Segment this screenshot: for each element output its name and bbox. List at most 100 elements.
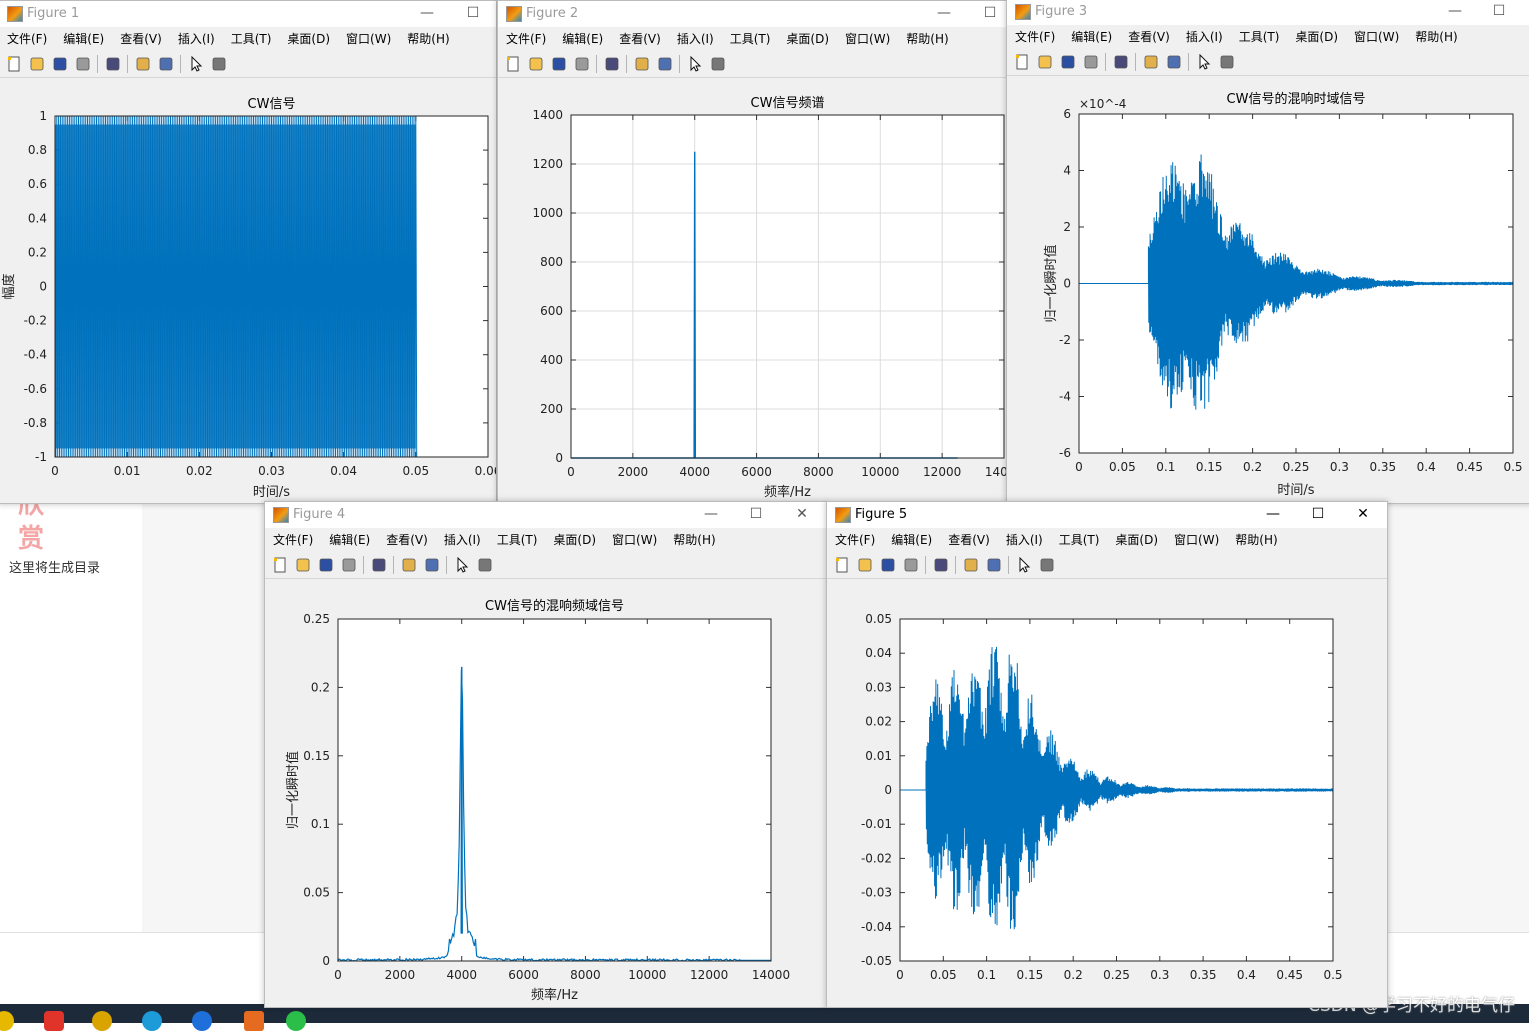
menu-item-7[interactable]: 帮助(H) — [906, 28, 948, 50]
menu-item-7[interactable]: 帮助(H) — [407, 28, 449, 50]
pointer-icon[interactable] — [1196, 53, 1212, 70]
link-icon[interactable] — [105, 56, 121, 72]
maximize-icon[interactable]: ☐ — [1308, 506, 1328, 522]
menu-item-3[interactable]: 插入(I) — [178, 28, 215, 50]
colorbar-icon[interactable] — [1143, 54, 1159, 70]
figure3-window[interactable]: Figure 3 — ☐ 文件(F) 编辑(E) 查看(V) 插入(I) 工具(T) 桌面… — [1006, 0, 1529, 504]
save-icon[interactable] — [318, 557, 334, 573]
menu-item-2[interactable]: 查看(V) — [1128, 26, 1170, 48]
menu-item-0[interactable]: 文件(F) — [1015, 26, 1055, 48]
open-file-icon[interactable] — [857, 557, 873, 573]
property-inspector-icon[interactable] — [710, 56, 726, 72]
maximize-icon[interactable]: ☐ — [463, 5, 483, 21]
menu-item-5[interactable]: 桌面(D) — [553, 529, 596, 551]
link-icon[interactable] — [933, 557, 949, 573]
menu-item-3[interactable]: 插入(I) — [1006, 529, 1043, 551]
menu-item-0[interactable]: 文件(F) — [835, 529, 875, 551]
new-figure-icon[interactable] — [505, 56, 521, 72]
print-icon[interactable] — [1083, 54, 1099, 70]
menu-item-6[interactable]: 窗口(W) — [1174, 529, 1219, 551]
figure1-window[interactable]: Figure 1 — ☐ 文件(F) 编辑(E) 查看(V) 插入(I) 工具(T) 桌面… — [0, 0, 497, 504]
save-icon[interactable] — [880, 557, 896, 573]
pointer-icon[interactable] — [454, 556, 470, 573]
menu-item-7[interactable]: 帮助(H) — [673, 529, 715, 551]
menu-item-1[interactable]: 编辑(E) — [1071, 26, 1112, 48]
save-icon[interactable] — [551, 56, 567, 72]
legend-icon[interactable] — [986, 557, 1002, 573]
pointer-icon[interactable] — [1016, 556, 1032, 573]
figure5-window[interactable]: Figure 5 — ☐ ✕ 文件(F) 编辑(E) 查看(V) 插入(I) 工具(T)… — [826, 501, 1388, 1008]
minimize-icon[interactable]: — — [1445, 3, 1465, 19]
legend-icon[interactable] — [424, 557, 440, 573]
colorbar-icon[interactable] — [963, 557, 979, 573]
minimize-icon[interactable]: — — [417, 5, 437, 21]
colorbar-icon[interactable] — [401, 557, 417, 573]
menu-item-0[interactable]: 文件(F) — [506, 28, 546, 50]
menu-item-0[interactable]: 文件(F) — [7, 28, 47, 50]
menu-item-3[interactable]: 插入(I) — [1186, 26, 1223, 48]
title-bar[interactable]: Figure 2 — ☐ — [498, 1, 1012, 27]
save-icon[interactable] — [52, 56, 68, 72]
pointer-icon[interactable] — [687, 55, 703, 72]
property-inspector-icon[interactable] — [1039, 557, 1055, 573]
menu-item-2[interactable]: 查看(V) — [120, 28, 162, 50]
new-figure-icon[interactable] — [272, 557, 288, 573]
new-figure-icon[interactable] — [6, 56, 22, 72]
title-bar[interactable]: Figure 4 — ☐ ✕ — [265, 502, 826, 528]
print-icon[interactable] — [341, 557, 357, 573]
menu-item-5[interactable]: 桌面(D) — [287, 28, 330, 50]
minimize-icon[interactable]: — — [701, 506, 721, 522]
minimize-icon[interactable]: — — [934, 5, 954, 21]
menu-item-3[interactable]: 插入(I) — [677, 28, 714, 50]
figure2-window[interactable]: Figure 2 — ☐ 文件(F) 编辑(E) 查看(V) 插入(I) 工具(T) 桌面… — [497, 0, 1013, 504]
print-icon[interactable] — [75, 56, 91, 72]
new-figure-icon[interactable] — [834, 557, 850, 573]
open-file-icon[interactable] — [528, 56, 544, 72]
menu-item-7[interactable]: 帮助(H) — [1415, 26, 1457, 48]
menu-item-4[interactable]: 工具(T) — [497, 529, 538, 551]
new-figure-icon[interactable] — [1014, 54, 1030, 70]
menu-item-3[interactable]: 插入(I) — [444, 529, 481, 551]
menu-item-2[interactable]: 查看(V) — [386, 529, 428, 551]
link-icon[interactable] — [604, 56, 620, 72]
print-icon[interactable] — [903, 557, 919, 573]
taskbar-app-icon[interactable] — [92, 1011, 112, 1031]
legend-icon[interactable] — [158, 56, 174, 72]
taskbar-app-icon[interactable] — [142, 1011, 162, 1031]
close-icon[interactable]: ✕ — [792, 506, 812, 522]
menu-item-4[interactable]: 工具(T) — [231, 28, 272, 50]
menu-item-5[interactable]: 桌面(D) — [786, 28, 829, 50]
open-file-icon[interactable] — [29, 56, 45, 72]
taskbar-matlab-icon[interactable] — [244, 1011, 264, 1031]
menu-item-1[interactable]: 编辑(E) — [562, 28, 603, 50]
menu-item-6[interactable]: 窗口(W) — [845, 28, 890, 50]
taskbar-app-icon[interactable] — [286, 1011, 306, 1031]
link-icon[interactable] — [371, 557, 387, 573]
maximize-icon[interactable]: ☐ — [746, 506, 766, 522]
menu-item-1[interactable]: 编辑(E) — [63, 28, 104, 50]
save-icon[interactable] — [1060, 54, 1076, 70]
menu-item-4[interactable]: 工具(T) — [1059, 529, 1100, 551]
property-inspector-icon[interactable] — [1219, 54, 1235, 70]
menu-item-4[interactable]: 工具(T) — [1239, 26, 1280, 48]
menu-item-2[interactable]: 查看(V) — [619, 28, 661, 50]
colorbar-icon[interactable] — [135, 56, 151, 72]
menu-item-1[interactable]: 编辑(E) — [891, 529, 932, 551]
taskbar-app-icon[interactable] — [192, 1011, 212, 1031]
maximize-icon[interactable]: ☐ — [980, 5, 1000, 21]
menu-item-5[interactable]: 桌面(D) — [1115, 529, 1158, 551]
menu-item-6[interactable]: 窗口(W) — [346, 28, 391, 50]
property-inspector-icon[interactable] — [477, 557, 493, 573]
figure4-window[interactable]: Figure 4 — ☐ ✕ 文件(F) 编辑(E) 查看(V) 插入(I) 工具(T)… — [264, 501, 827, 1008]
menu-item-6[interactable]: 窗口(W) — [612, 529, 657, 551]
taskbar-app-icon[interactable] — [44, 1011, 64, 1031]
open-file-icon[interactable] — [295, 557, 311, 573]
menu-item-1[interactable]: 编辑(E) — [329, 529, 370, 551]
title-bar[interactable]: Figure 1 — ☐ — [0, 1, 496, 27]
menu-item-4[interactable]: 工具(T) — [730, 28, 771, 50]
link-icon[interactable] — [1113, 54, 1129, 70]
print-icon[interactable] — [574, 56, 590, 72]
menu-item-7[interactable]: 帮助(H) — [1235, 529, 1277, 551]
menu-item-2[interactable]: 查看(V) — [948, 529, 990, 551]
pointer-icon[interactable] — [188, 55, 204, 72]
